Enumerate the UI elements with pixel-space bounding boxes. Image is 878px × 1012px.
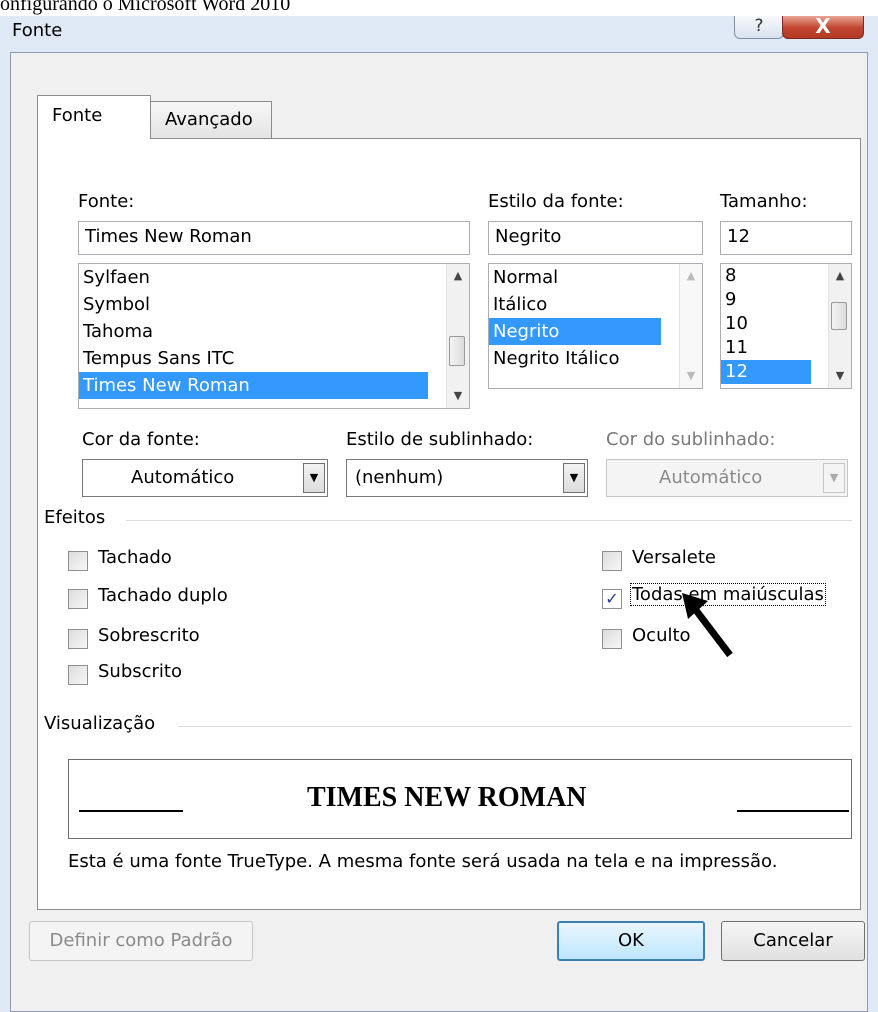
help-icon: ? bbox=[754, 16, 764, 36]
list-item-selected[interactable]: Times New Roman bbox=[79, 372, 428, 399]
scroll-up-icon[interactable]: ▲ bbox=[829, 266, 851, 286]
chevron-down-icon[interactable]: ▼ bbox=[303, 463, 325, 493]
list-item[interactable]: 10 bbox=[721, 312, 811, 336]
checkbox-label[interactable]: Tachado bbox=[98, 547, 172, 568]
set-default-button[interactable]: Definir como Padrão bbox=[29, 921, 253, 961]
underline-style-select[interactable]: (nenhum) ▼ bbox=[346, 459, 588, 497]
scroll-down-icon[interactable]: ▼ bbox=[829, 366, 851, 386]
checkbox-box[interactable] bbox=[68, 629, 88, 649]
tab-panel: Fonte: Times New Roman Sylfaen Symbol Ta… bbox=[37, 138, 861, 910]
size-list-scrollbar[interactable]: ▲ ▼ bbox=[828, 264, 851, 388]
list-item[interactable]: Normal bbox=[489, 264, 661, 291]
underline-style-value: (nenhum) bbox=[355, 467, 444, 488]
checkbox-label[interactable]: Sobrescrito bbox=[98, 625, 200, 646]
style-list[interactable]: Normal Itálico Negrito Negrito Itálico ▲… bbox=[488, 263, 703, 389]
font-label: Fonte: bbox=[78, 191, 135, 212]
preview-divider bbox=[178, 726, 852, 727]
list-item[interactable]: 9 bbox=[721, 288, 811, 312]
list-item-selected[interactable]: 12 bbox=[721, 360, 811, 384]
checkbox-box[interactable] bbox=[602, 551, 622, 571]
effects-label: Efeitos bbox=[44, 507, 106, 528]
ok-button[interactable]: OK bbox=[557, 921, 705, 961]
list-item[interactable]: Tempus Sans ITC bbox=[79, 345, 428, 372]
list-item[interactable]: Negrito Itálico bbox=[489, 345, 661, 372]
scroll-down-icon[interactable]: ▼ bbox=[447, 386, 469, 406]
document-caption: onfigurando o Microsoft Word 2010 bbox=[0, 0, 291, 15]
preview-sample: TIMES NEW ROMAN bbox=[307, 782, 587, 813]
scroll-thumb[interactable] bbox=[449, 336, 465, 366]
checkbox-label[interactable]: Versalete bbox=[632, 547, 716, 568]
size-list[interactable]: 8 9 10 11 12 ▲ ▼ bbox=[720, 263, 852, 389]
preview-label: Visualização bbox=[44, 713, 156, 734]
list-item[interactable]: Symbol bbox=[79, 291, 428, 318]
list-item-selected[interactable]: Negrito bbox=[489, 318, 661, 345]
style-input[interactable]: Negrito bbox=[488, 221, 703, 255]
scroll-up-icon[interactable]: ▲ bbox=[680, 266, 702, 286]
checkbox-box[interactable] bbox=[68, 665, 88, 685]
list-item[interactable]: 11 bbox=[721, 336, 811, 360]
underline-color-select: Automático ▼ bbox=[606, 459, 848, 497]
checkbox-label[interactable]: Tachado duplo bbox=[98, 585, 228, 606]
tab-avancado[interactable]: Avançado bbox=[150, 101, 272, 139]
underline-color-value: Automático bbox=[659, 467, 763, 488]
underline-style-label: Estilo de sublinhado: bbox=[346, 429, 534, 450]
checkbox-box[interactable] bbox=[68, 589, 88, 609]
effects-divider bbox=[126, 520, 852, 521]
tab-fonte[interactable]: Fonte bbox=[37, 95, 151, 139]
dialog-client-area: Fonte Avançado Fonte: Times New Roman Sy… bbox=[10, 52, 868, 1012]
close-icon: X bbox=[815, 14, 831, 38]
scroll-thumb[interactable] bbox=[831, 302, 847, 330]
preview-box: TIMES NEW ROMAN bbox=[68, 759, 852, 839]
checkmark-icon[interactable]: ✓ bbox=[602, 589, 622, 609]
font-dialog-window: Fonte ? X Fonte Avançado Fonte: Times Ne… bbox=[0, 16, 878, 1012]
scroll-down-icon[interactable]: ▼ bbox=[680, 366, 702, 386]
list-item[interactable]: Sylfaen bbox=[79, 264, 428, 291]
style-label: Estilo da fonte: bbox=[488, 191, 624, 212]
checkbox-box[interactable] bbox=[602, 629, 622, 649]
checkbox-box[interactable] bbox=[68, 551, 88, 571]
list-item[interactable]: 8 bbox=[721, 264, 811, 288]
close-button[interactable]: X bbox=[782, 16, 864, 39]
cancel-button[interactable]: Cancelar bbox=[721, 921, 865, 961]
font-color-value: Automático bbox=[131, 467, 235, 488]
checkbox-label[interactable]: Subscrito bbox=[98, 661, 182, 682]
font-list[interactable]: Sylfaen Symbol Tahoma Tempus Sans ITC Ti… bbox=[78, 263, 470, 409]
font-list-scrollbar[interactable]: ▲ ▼ bbox=[446, 264, 469, 408]
font-color-label: Cor da fonte: bbox=[82, 429, 200, 450]
window-title: Fonte bbox=[12, 20, 63, 41]
underline-color-label: Cor do sublinhado: bbox=[606, 429, 776, 450]
preview-line-left bbox=[79, 810, 183, 812]
list-item[interactable]: Itálico bbox=[489, 291, 661, 318]
list-item[interactable]: Tahoma bbox=[79, 318, 428, 345]
size-label: Tamanho: bbox=[720, 191, 808, 212]
size-input[interactable]: 12 bbox=[720, 221, 852, 255]
preview-line-right bbox=[737, 810, 849, 812]
help-button[interactable]: ? bbox=[734, 16, 784, 39]
arrow-pointer-icon bbox=[682, 593, 733, 658]
chevron-down-icon[interactable]: ▼ bbox=[563, 463, 585, 493]
font-color-select[interactable]: Automático ▼ bbox=[82, 459, 328, 497]
font-input[interactable]: Times New Roman bbox=[78, 221, 470, 255]
tab-avancado-label: Avançado bbox=[165, 109, 253, 130]
scroll-up-icon[interactable]: ▲ bbox=[447, 266, 469, 286]
style-list-scrollbar[interactable]: ▲ ▼ bbox=[679, 264, 702, 388]
preview-note: Esta é uma fonte TrueType. A mesma fonte… bbox=[68, 851, 778, 872]
chevron-down-icon: ▼ bbox=[823, 463, 845, 493]
tab-fonte-label: Fonte bbox=[52, 105, 103, 126]
